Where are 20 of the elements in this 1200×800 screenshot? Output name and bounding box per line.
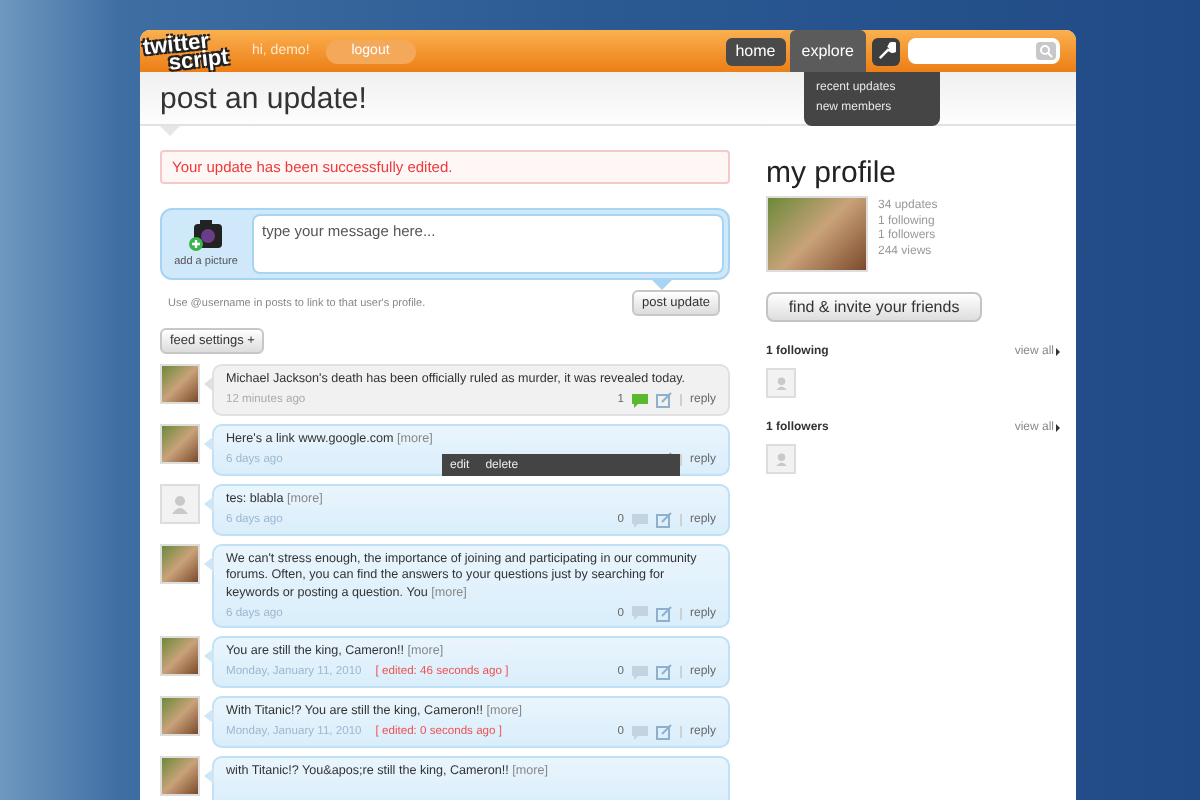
- edit-note-icon[interactable]: [655, 664, 672, 681]
- profile-title: my profile: [766, 156, 899, 190]
- edit-note-icon[interactable]: [655, 392, 672, 409]
- edit-note-icon[interactable]: [655, 724, 672, 741]
- camera-icon[interactable]: [188, 220, 224, 252]
- comment-icon[interactable]: [631, 393, 648, 408]
- edit-note-icon[interactable]: [655, 512, 672, 529]
- invite-friends-button[interactable]: find & invite your friends: [766, 292, 982, 322]
- comment-icon[interactable]: [631, 606, 648, 621]
- comment-icon[interactable]: [631, 665, 648, 680]
- wrench-icon[interactable]: [872, 37, 900, 65]
- comment-icon[interactable]: [631, 513, 648, 528]
- page-title: post an update!: [160, 81, 367, 115]
- comment-icon[interactable]: [631, 725, 648, 740]
- search-field[interactable]: [908, 38, 1060, 64]
- photo-placeholder: [766, 196, 868, 272]
- nav-tab[interactable]: explore: [789, 30, 866, 72]
- search-icon: [1036, 42, 1056, 60]
- edit-note-icon[interactable]: [655, 605, 672, 622]
- nav-tab[interactable]: home: [725, 37, 786, 65]
